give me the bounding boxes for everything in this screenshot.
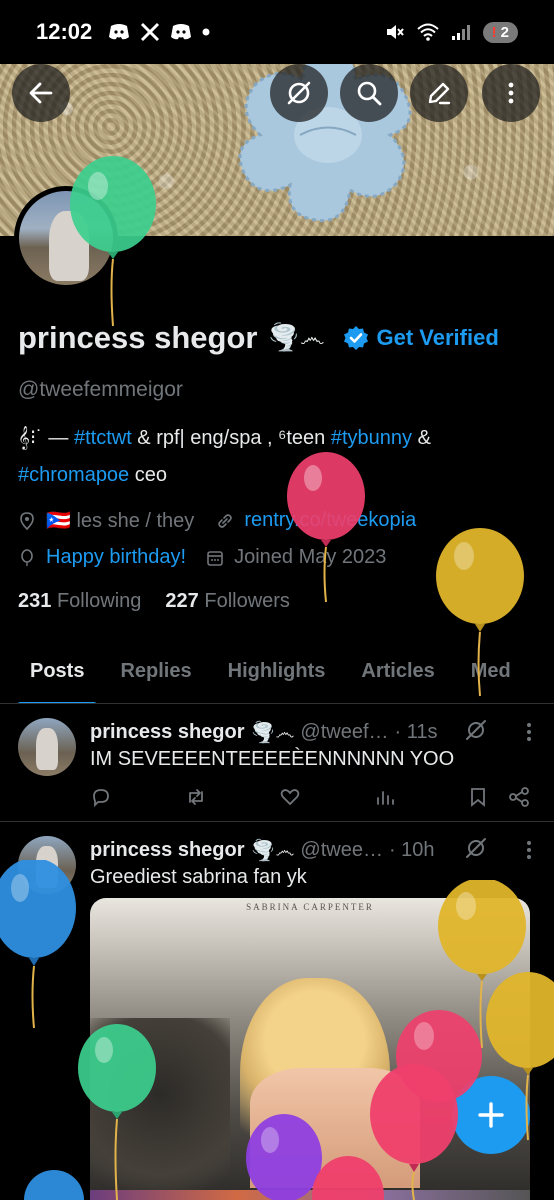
balloon-pink-decoration (312, 1156, 384, 1200)
status-bar: 12:02 ! 2 (0, 0, 554, 64)
post-timestamp: · 10h (388, 839, 435, 861)
discord-icon (171, 24, 192, 40)
mute-icon (386, 25, 404, 39)
balloon-pink-decoration (287, 452, 365, 603)
x-icon (141, 22, 160, 42)
get-verified-button[interactable]: Get Verified (343, 325, 499, 351)
follow-stats: 231 Following 227 Followers (18, 590, 290, 613)
followers-label: Followers (204, 590, 290, 612)
more-vertical-icon[interactable] (526, 722, 532, 742)
edit-icon (428, 82, 451, 105)
battery-alert: ! (491, 23, 497, 41)
search-icon (357, 81, 382, 106)
following-count: 231 (18, 590, 52, 612)
post-author-emoji: 🌪️෴ (250, 722, 295, 744)
balloon-green-decoration (70, 156, 156, 327)
display-name-emoji: 🌪️෴ (267, 322, 325, 352)
tab-articles[interactable]: Articles (361, 648, 434, 703)
post-text: Greediest sabrina fan yk (90, 866, 307, 888)
like-icon[interactable] (279, 786, 301, 808)
post-actions (90, 786, 530, 808)
balloon-yellow-decoration (436, 528, 524, 697)
following-label: Following (56, 590, 142, 612)
followers-link[interactable]: 227 Followers (165, 590, 290, 613)
tab-replies[interactable]: Replies (120, 648, 191, 703)
grok-button[interactable] (270, 64, 328, 122)
post-author-handle: @tweef… (300, 721, 389, 743)
search-button[interactable] (340, 64, 398, 122)
balloon-blue-decoration (0, 860, 76, 1029)
post-author-name: princess shegor (90, 721, 245, 743)
post-actions-right (468, 786, 530, 808)
views-icon[interactable] (374, 786, 396, 808)
following-link[interactable]: 231 Following (18, 590, 141, 613)
signal-icon (451, 25, 470, 40)
status-system-icons: ! 2 (385, 21, 518, 43)
tab-posts[interactable]: Posts (17, 648, 98, 703)
followers-count: 227 (165, 590, 199, 612)
bio-text: ceo (129, 464, 167, 486)
bio-line-1: 𝄞⁝˙ — #ttctwt & rpf| eng/spa , ⁶teen #ty… (18, 420, 538, 457)
bio-text: & (412, 427, 431, 449)
more-vertical-icon[interactable] (526, 840, 532, 860)
location-icon (20, 511, 34, 530)
verified-badge-icon (343, 326, 368, 350)
link-icon (218, 513, 233, 528)
post-author-emoji: 🌪️෴ (250, 840, 295, 862)
more-vertical-icon (508, 82, 514, 104)
post-item[interactable]: princess shegor 🌪️෴ @tweef… · 11s IM SEV… (0, 704, 554, 822)
status-time: 12:02 (36, 19, 93, 44)
discord-icon (109, 24, 130, 40)
status-notification-icons (108, 22, 210, 42)
grok-icon[interactable] (464, 718, 488, 742)
more-button[interactable] (482, 64, 540, 122)
reply-icon[interactable] (90, 786, 112, 808)
calendar-icon (207, 550, 223, 566)
bookmark-icon[interactable] (468, 786, 488, 808)
tab-highlights[interactable]: Highlights (228, 648, 326, 703)
profile-handle: @tweefemmeigor (18, 378, 183, 401)
balloon-green-decoration (78, 1024, 156, 1200)
share-icon[interactable] (508, 786, 530, 808)
battery-indicator: ! 2 (482, 21, 518, 43)
balloon-icon (21, 548, 33, 566)
bio-text: & rpf| eng/spa , ⁶teen (131, 427, 331, 449)
bio-text: 𝄞⁝˙ — (18, 427, 74, 449)
post-header: princess shegor 🌪️෴ @tweef… · 11s (90, 720, 437, 745)
flower-patch-image (238, 48, 412, 223)
hashtag-link[interactable]: #tybunny (331, 427, 412, 449)
post-author-name: princess shegor (90, 839, 245, 861)
repost-icon[interactable] (185, 786, 207, 808)
post-avatar[interactable] (18, 718, 76, 776)
battery-count: 2 (500, 23, 509, 41)
post-header: princess shegor 🌪️෴ @twee… · 10h (90, 838, 435, 863)
profile-bio: 𝄞⁝˙ — #ttctwt & rpf| eng/spa , ⁶teen #ty… (18, 420, 538, 494)
get-verified-label: Get Verified (376, 325, 499, 350)
grok-icon (287, 81, 311, 105)
post-text: IM SEVEEEENTEEEEÈENNNNNN YOO (90, 748, 455, 770)
balloon-blue-decoration (24, 1170, 84, 1200)
bio-line-2: #chromapoe ceo (18, 457, 538, 494)
back-arrow-icon (29, 82, 53, 104)
birthday-link[interactable]: Happy birthday! (46, 546, 186, 569)
hashtag-link[interactable]: #ttctwt (74, 427, 132, 449)
balloon-yellow-decoration (486, 972, 554, 1141)
post-author-handle: @twee… (300, 839, 383, 861)
edit-button[interactable] (410, 64, 468, 122)
hashtag-link[interactable]: #chromapoe (18, 464, 129, 486)
wifi-icon (416, 23, 439, 41)
grok-icon[interactable] (464, 836, 488, 860)
dot-icon (202, 28, 210, 36)
post-timestamp: · 11s (394, 721, 438, 743)
back-button[interactable] (12, 64, 70, 122)
location-text: 🇵🇷 les she / they (46, 510, 195, 532)
